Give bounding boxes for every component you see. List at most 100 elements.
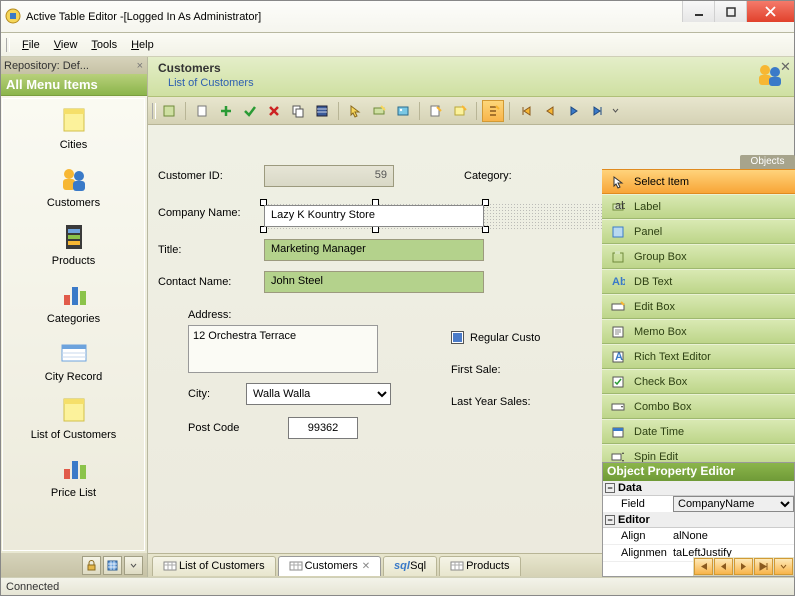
edit-page-icon[interactable] bbox=[425, 100, 447, 122]
grid-view-icon[interactable] bbox=[103, 556, 122, 575]
lock-icon[interactable] bbox=[82, 556, 101, 575]
cursor-tool-icon[interactable] bbox=[344, 100, 366, 122]
title-field[interactable]: Marketing Manager bbox=[264, 239, 484, 261]
object-item-db-text[interactable]: AbDB Text bbox=[602, 269, 795, 294]
sidebar-item-label: Customers bbox=[47, 197, 100, 209]
minimize-button[interactable] bbox=[682, 1, 714, 22]
menu-file[interactable]: File bbox=[16, 37, 46, 53]
sidebar-item-categories[interactable]: Categories bbox=[3, 273, 144, 331]
panel-icon bbox=[610, 224, 626, 240]
tab-list-of-customers[interactable]: List of Customers bbox=[152, 556, 276, 576]
grid-icon bbox=[163, 561, 175, 571]
tab-products[interactable]: Products bbox=[439, 556, 520, 576]
sidebar-item-customers[interactable]: Customers bbox=[3, 157, 144, 215]
object-item-check-box[interactable]: Check Box bbox=[602, 369, 795, 394]
object-item-label[interactable]: abLabel bbox=[602, 194, 795, 219]
repository-header[interactable]: Repository: Def... × bbox=[0, 57, 147, 74]
select-tool-icon[interactable] bbox=[158, 100, 180, 122]
nav-next-icon[interactable] bbox=[563, 100, 585, 122]
nav-first-icon[interactable] bbox=[515, 100, 537, 122]
repository-close-icon[interactable]: × bbox=[137, 60, 143, 72]
editor-close-icon[interactable]: ✕ bbox=[778, 59, 793, 74]
property-row-align[interactable]: Align alNone bbox=[603, 528, 794, 545]
grid-settings-icon[interactable] bbox=[311, 100, 333, 122]
tab-label: Sql bbox=[410, 560, 426, 572]
nav-last-icon[interactable] bbox=[587, 100, 609, 122]
maximize-button[interactable] bbox=[714, 1, 746, 22]
tab-sql[interactable]: sqlSql bbox=[383, 556, 437, 576]
page-header: Customers List of Customers bbox=[148, 57, 795, 97]
delete-icon[interactable] bbox=[263, 100, 285, 122]
tab-close-icon[interactable]: ✕ bbox=[362, 561, 370, 572]
menu-view-label: iew bbox=[61, 39, 78, 51]
menu-bar: File View Tools Help bbox=[0, 33, 795, 57]
object-item-label: Select Item bbox=[634, 176, 689, 188]
prop-nav-last-icon[interactable] bbox=[754, 558, 773, 575]
sidebar-item-products[interactable]: Products bbox=[3, 215, 144, 273]
toolbar-grip[interactable] bbox=[152, 103, 156, 119]
sidebar-item-cities[interactable]: Cities bbox=[3, 99, 144, 157]
memo-icon bbox=[610, 324, 626, 340]
property-field-select[interactable]: CompanyName bbox=[673, 496, 794, 512]
object-item-panel[interactable]: Panel bbox=[602, 219, 795, 244]
page-subtitle[interactable]: List of Customers bbox=[168, 77, 254, 89]
prop-nav-more-icon[interactable] bbox=[774, 558, 793, 575]
postcode-input[interactable] bbox=[288, 417, 358, 439]
property-section-data[interactable]: −Data bbox=[603, 481, 794, 496]
object-item-label: Spin Edit bbox=[634, 451, 678, 463]
copy-icon[interactable] bbox=[287, 100, 309, 122]
menu-tools[interactable]: Tools bbox=[85, 37, 123, 53]
property-row-field[interactable]: Field CompanyName bbox=[603, 496, 794, 513]
menu-help[interactable]: Help bbox=[125, 37, 160, 53]
title-label: Title: bbox=[158, 244, 258, 256]
menu-help-label: elp bbox=[139, 39, 154, 51]
prop-nav-prev-icon[interactable] bbox=[714, 558, 733, 575]
menu-view[interactable]: View bbox=[48, 37, 84, 53]
toolbar-more-icon[interactable] bbox=[611, 100, 620, 122]
object-item-select-item[interactable]: Select Item bbox=[602, 169, 795, 194]
field-tool-icon[interactable] bbox=[368, 100, 390, 122]
objects-panel-header[interactable]: Objects bbox=[740, 155, 795, 169]
new-page-icon[interactable] bbox=[191, 100, 213, 122]
menu-grip[interactable] bbox=[6, 38, 10, 52]
regular-customer-checkbox[interactable]: Regular Custo bbox=[451, 331, 540, 344]
close-button[interactable] bbox=[746, 1, 794, 22]
barchart-icon bbox=[58, 279, 90, 311]
app-icon bbox=[5, 8, 22, 25]
address-field[interactable]: 12 Orchestra Terrace bbox=[188, 325, 378, 373]
sidebar-item-list-of-customers[interactable]: List of Customers bbox=[3, 389, 144, 447]
object-item-date-time[interactable]: Date Time bbox=[602, 419, 795, 444]
customer-id-field[interactable]: 59 bbox=[264, 165, 394, 187]
property-editor-title: Object Property Editor bbox=[603, 463, 794, 481]
edit-note-icon[interactable] bbox=[449, 100, 471, 122]
image-tool-icon[interactable] bbox=[392, 100, 414, 122]
property-section-editor[interactable]: −Editor bbox=[603, 513, 794, 528]
sidebar-item-city-record[interactable]: City Record bbox=[3, 331, 144, 389]
menu-tools-label: ools bbox=[97, 39, 117, 51]
checkbox-icon bbox=[451, 331, 464, 344]
property-align-key: Align bbox=[603, 530, 673, 542]
object-item-label: Group Box bbox=[634, 251, 687, 263]
contact-name-field[interactable]: John Steel bbox=[264, 271, 484, 293]
prop-nav-first-icon[interactable] bbox=[694, 558, 713, 575]
customer-id-label: Customer ID: bbox=[158, 170, 258, 182]
toggle-designer-icon[interactable] bbox=[482, 100, 504, 122]
prop-nav-next-icon[interactable] bbox=[734, 558, 753, 575]
object-item-group-box[interactable]: Group Box bbox=[602, 244, 795, 269]
groupbox-icon bbox=[610, 249, 626, 265]
confirm-icon[interactable] bbox=[239, 100, 261, 122]
object-item-edit-box[interactable]: Edit Box bbox=[602, 294, 795, 319]
object-item-rich-text-editor[interactable]: ARich Text Editor bbox=[602, 344, 795, 369]
city-select[interactable]: Walla Walla bbox=[246, 383, 391, 405]
object-item-memo-box[interactable]: Memo Box bbox=[602, 319, 795, 344]
sidebar-item-price-list[interactable]: Price List bbox=[3, 447, 144, 505]
tab-customers[interactable]: Customers✕ bbox=[278, 556, 382, 576]
toolbar bbox=[148, 97, 795, 125]
add-icon[interactable] bbox=[215, 100, 237, 122]
object-item-label: Edit Box bbox=[634, 301, 675, 313]
nav-prev-icon[interactable] bbox=[539, 100, 561, 122]
object-item-combo-box[interactable]: Combo Box bbox=[602, 394, 795, 419]
expand-icon[interactable] bbox=[124, 556, 143, 575]
company-name-field[interactable]: Lazy K Kountry Store bbox=[264, 205, 484, 227]
last-year-sales-label: Last Year Sales: bbox=[451, 396, 540, 408]
